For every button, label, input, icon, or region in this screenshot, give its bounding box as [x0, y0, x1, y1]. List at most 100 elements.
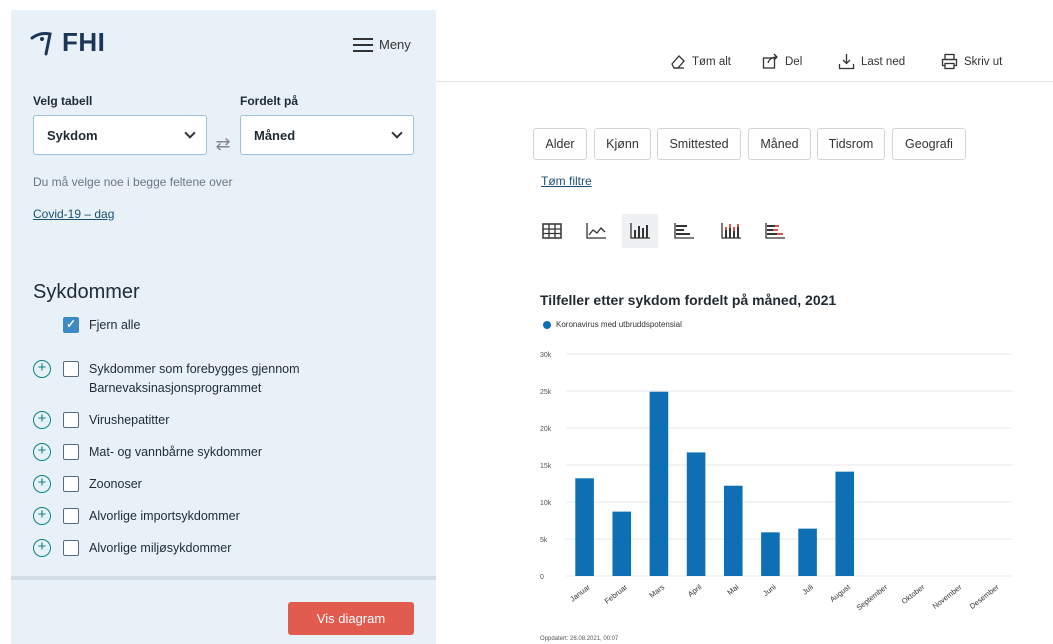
y-tick-label: 30k [540, 352, 552, 359]
split-select[interactable]: Måned [240, 115, 414, 155]
category-checkbox[interactable] [63, 412, 79, 428]
expand-plus-icon[interactable]: + [33, 539, 51, 557]
remove-all-row[interactable]: ✓ Fjern alle [63, 316, 140, 335]
category-label: Zoonoser [89, 477, 142, 491]
y-tick-label: 20k [540, 426, 552, 433]
x-tick-label: April [686, 582, 704, 599]
chart-title: Tilfeller etter sykdom fordelt på måned,… [540, 292, 837, 308]
bar-mars[interactable] [649, 391, 669, 576]
list-item[interactable]: + Zoonoser [33, 475, 142, 494]
fhi-logo[interactable]: FHI [30, 27, 105, 58]
list-item[interactable]: + Alvorlige importsykdommer [33, 507, 240, 526]
app-root: FHI Meny Velg tabell Fordelt på Sykdom ⇄… [0, 0, 1053, 644]
y-tick-label: 25k [540, 389, 552, 396]
y-tick-label: 10k [540, 500, 552, 507]
table-select-label: Velg tabell [33, 94, 93, 108]
category-checkbox[interactable] [63, 444, 79, 460]
chevron-down-icon [184, 127, 196, 139]
expand-plus-icon[interactable]: + [33, 411, 51, 429]
x-tick-label: Oktober [900, 582, 927, 606]
table-view-button[interactable] [534, 214, 570, 248]
category-label: Alvorlige importsykdommer [89, 509, 240, 523]
clear-all-button[interactable]: Tøm alt [669, 53, 731, 70]
remove-all-label: Fjern alle [89, 318, 141, 332]
table-select-value: Sykdom [47, 127, 98, 143]
category-checkbox[interactable] [63, 476, 79, 492]
clear-filters-link[interactable]: Tøm filtre [541, 174, 592, 188]
filter-tab-infection-place[interactable]: Smittested [657, 128, 741, 160]
filter-tab-gender[interactable]: Kjønn [594, 128, 651, 160]
updated-timestamp: Oppdatert: 26.08.2021, 00:07 [540, 636, 619, 642]
bar-juli[interactable] [798, 528, 817, 576]
x-tick-label: November [931, 582, 964, 611]
chevron-down-icon [391, 127, 403, 139]
list-item[interactable]: + Mat- og vannbårne sykdommer [33, 443, 262, 462]
bar-mai[interactable] [723, 485, 743, 576]
download-icon [838, 54, 855, 70]
legend-label: Koronavirus med utbruddspotensial [556, 320, 682, 329]
expand-plus-icon[interactable]: + [33, 443, 51, 461]
remove-all-checkbox[interactable]: ✓ [63, 317, 79, 333]
line-chart-button[interactable] [578, 214, 614, 248]
category-checkbox[interactable] [63, 361, 79, 377]
covid-day-link[interactable]: Covid-19 – dag [33, 207, 114, 221]
category-label: Sykdommer som forebygges gjennom [89, 362, 300, 376]
share-button[interactable]: Del [762, 53, 802, 70]
stacked-bar-button[interactable] [713, 214, 749, 248]
show-chart-button[interactable]: Vis diagram [288, 602, 414, 635]
filter-tab-geography[interactable]: Geografi [892, 128, 966, 160]
legend-dot [543, 320, 551, 329]
bar-chart: 0 5k 10k 15k 20k 25k 30k Januar Februar Mars April… [540, 352, 1012, 612]
download-button[interactable]: Last ned [838, 53, 905, 70]
print-label: Skriv ut [964, 55, 1003, 68]
table-icon [542, 223, 562, 239]
x-tick-label: August [828, 582, 853, 604]
selection-hint: Du må velge noe i begge feltene over [33, 175, 233, 189]
stacked-horizontal-bar-button[interactable] [757, 214, 793, 248]
menu-button[interactable]: Meny [353, 37, 411, 52]
expand-plus-icon[interactable]: + [33, 360, 51, 378]
bar-april[interactable] [686, 452, 706, 576]
table-select[interactable]: Sykdom [33, 115, 207, 155]
menu-label: Meny [379, 37, 411, 52]
horizontal-bar-icon [674, 223, 694, 239]
eraser-icon [671, 55, 685, 69]
swap-icon[interactable]: ⇄ [215, 133, 231, 155]
line-chart-icon [586, 223, 606, 239]
list-item[interactable]: + Virushepatitter [33, 411, 169, 430]
filter-tab-age[interactable]: Alder [533, 128, 587, 160]
filter-tab-month[interactable]: Måned [748, 128, 811, 160]
x-tick-label: Mars [647, 582, 666, 600]
diseases-heading: Sykdommer [33, 281, 140, 303]
bar-chart-icon [630, 223, 650, 239]
split-select-label: Fordelt på [240, 94, 299, 108]
hamburger-icon [353, 37, 373, 52]
bar-januar[interactable] [575, 478, 594, 576]
category-checkbox[interactable] [63, 540, 79, 556]
share-icon [762, 53, 778, 69]
x-tick-label: Februar [603, 582, 630, 606]
bar-februar[interactable] [612, 511, 632, 576]
bar-august[interactable] [835, 471, 855, 576]
clear-all-label: Tøm alt [692, 55, 731, 68]
horizontal-bar-button[interactable] [666, 214, 702, 248]
list-item[interactable]: + Sykdommer som forebygges gjennom Barne… [33, 360, 300, 398]
y-tick-label: 0 [540, 574, 544, 581]
category-label-line2: Barnevaksinasjonsprogrammet [89, 381, 262, 395]
list-item[interactable]: + Alvorlige miljøsykdommer [33, 539, 231, 558]
category-checkbox[interactable] [63, 508, 79, 524]
x-tick-label: Juli [800, 582, 815, 596]
x-tick-label: Juni [761, 582, 778, 598]
download-label: Last ned [861, 55, 906, 68]
category-label: Mat- og vannbårne sykdommer [89, 445, 262, 459]
chart-legend[interactable]: Koronavirus med utbruddspotensial [543, 320, 682, 329]
split-select-value: Måned [254, 127, 296, 143]
expand-plus-icon[interactable]: + [33, 475, 51, 493]
filter-tab-period[interactable]: Tidsrom [817, 128, 885, 160]
expand-plus-icon[interactable]: + [33, 507, 51, 525]
print-button[interactable]: Skriv ut [941, 53, 1002, 70]
x-tick-label: Januar [568, 582, 592, 604]
bar-chart-button[interactable] [622, 214, 658, 248]
y-tick-label: 5k [540, 537, 548, 544]
bar-juni[interactable] [761, 532, 780, 576]
